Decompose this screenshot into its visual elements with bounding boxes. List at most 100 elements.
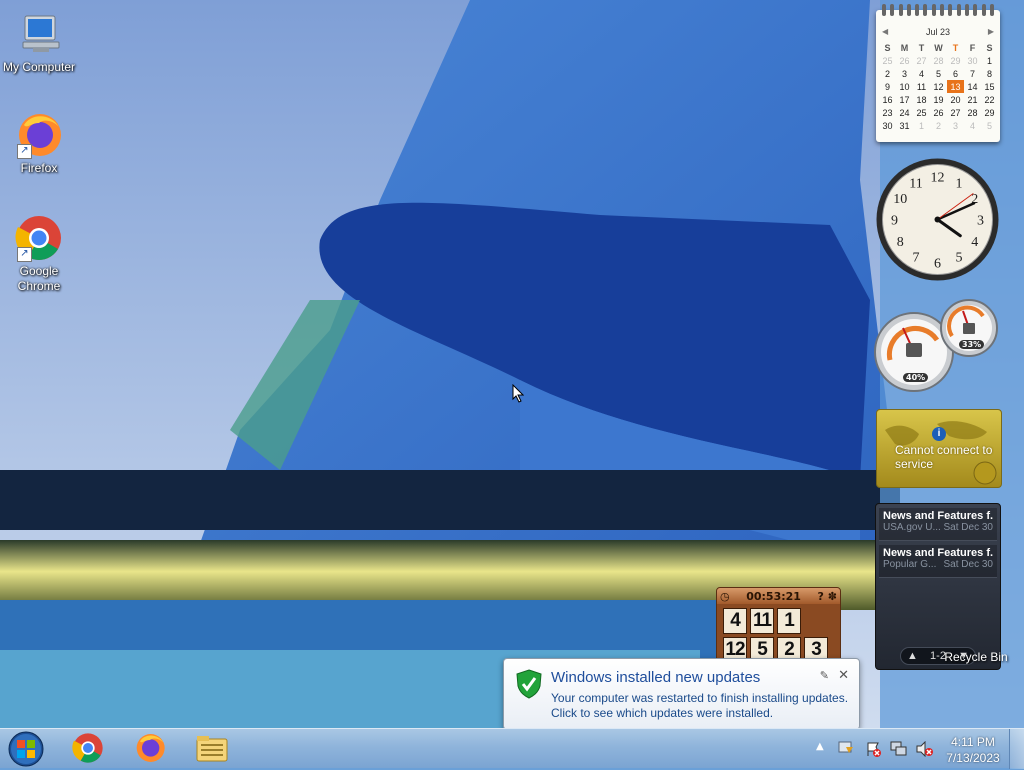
windows-update-icon[interactable] (838, 739, 854, 758)
calendar-day[interactable]: 25 (913, 106, 930, 119)
network-icon[interactable] (890, 741, 908, 760)
puzzle-tile[interactable]: 1 (777, 608, 801, 634)
calendar-weekday: S (884, 42, 891, 53)
picture-puzzle-gadget[interactable]: ◷ 00:53:21 ? ✽ 4 11 1 12 5 2 3 (716, 587, 841, 667)
calendar-day[interactable]: 23 (879, 106, 896, 119)
calendar-day[interactable]: 1 (981, 54, 998, 67)
calendar-day[interactable]: 28 (930, 54, 947, 67)
weather-gadget[interactable]: i Cannot connect to service (876, 409, 1002, 488)
calendar-day[interactable]: 5 (981, 119, 998, 132)
update-notification-balloon[interactable]: Windows installed new updates Your compu… (503, 658, 860, 741)
clock-numeral: 8 (897, 235, 904, 250)
notification-line-1: Your computer was restarted to finish in… (551, 691, 849, 705)
prev-month-icon[interactable]: ◀ (882, 27, 888, 36)
calendar-day[interactable]: 28 (964, 106, 981, 119)
show-hidden-icons-icon[interactable]: ▲ (816, 741, 824, 752)
calendar-day[interactable]: 4 (913, 67, 930, 80)
taskbar-clock[interactable]: 4:11 PM 7/13/2023 (938, 734, 1008, 766)
calendar-day[interactable]: 19 (930, 93, 947, 106)
action-center-icon[interactable] (866, 741, 882, 760)
calendar-day[interactable]: 31 (896, 119, 913, 132)
calendar-day[interactable]: 25 (879, 54, 896, 67)
desktop-icon-recycle-bin[interactable]: Recycle Bin (936, 650, 1016, 664)
calendar-day[interactable]: 27 (913, 54, 930, 67)
shortcut-arrow-icon: ↗ (17, 144, 32, 159)
notification-title: Windows installed new updates (551, 669, 761, 686)
calendar-weekday: W (934, 42, 943, 53)
desktop-icon-my-computer[interactable]: My Computer (0, 10, 78, 75)
calendar-day[interactable]: 20 (947, 93, 964, 106)
calendar-day[interactable]: 16 (879, 93, 896, 106)
puzzle-tile[interactable]: 11 (750, 608, 774, 634)
calendar-day[interactable]: 18 (913, 93, 930, 106)
calendar-day[interactable]: 2 (930, 119, 947, 132)
calendar-day[interactable]: 9 (879, 80, 896, 93)
clock-center (934, 216, 941, 223)
taskbar-chrome-button[interactable] (62, 731, 114, 767)
clock-gadget[interactable]: 12 1 2 3 4 5 6 7 8 9 10 11 (875, 157, 1000, 282)
calendar-day[interactable]: 2 (879, 67, 896, 80)
feed-headlines-gadget[interactable]: News and Features f... USA.gov U... Sat D… (875, 503, 1001, 670)
calendar-day[interactable]: 30 (879, 119, 896, 132)
show-desktop-button[interactable] (1009, 729, 1024, 769)
cpu-meter-gadget[interactable]: 40% 33% (873, 298, 1001, 394)
shield-check-icon (516, 669, 542, 702)
firefox-icon: ↗ (15, 111, 63, 159)
calendar-weekday: T (918, 42, 925, 53)
close-icon[interactable]: ✕ (838, 667, 849, 683)
pager-up-icon[interactable]: ▲ (907, 650, 918, 662)
calendar-day[interactable]: 24 (896, 106, 913, 119)
calendar-day[interactable]: 26 (896, 54, 913, 67)
calendar-day[interactable]: 3 (896, 67, 913, 80)
calendar-day[interactable]: 1 (913, 119, 930, 132)
calendar-day[interactable]: 17 (896, 93, 913, 106)
calendar-day[interactable]: 14 (964, 80, 981, 93)
notification-options-icon[interactable]: ✎ (820, 669, 829, 682)
puzzle-empty-slot[interactable] (804, 608, 828, 634)
calendar-day[interactable]: 7 (964, 67, 981, 80)
chrome-icon (72, 732, 104, 767)
calendar-day[interactable]: 6 (947, 67, 964, 80)
calendar-day[interactable]: 3 (947, 119, 964, 132)
calendar-day[interactable]: 26 (930, 106, 947, 119)
desktop-icon-google-chrome[interactable]: ↗ Google Chrome (0, 214, 78, 294)
calendar-day[interactable]: 11 (913, 80, 930, 93)
volume-muted-icon[interactable] (916, 740, 934, 760)
desktop-icon-label: Firefox (20, 161, 58, 175)
puzzle-help-icon[interactable]: ? (818, 590, 824, 603)
calendar-day[interactable]: 10 (896, 80, 913, 93)
explorer-icon (195, 733, 229, 766)
calendar-day[interactable]: 4 (964, 119, 981, 132)
taskbar-firefox-button[interactable] (124, 731, 176, 767)
calendar-day[interactable]: 22 (981, 93, 998, 106)
clock-numeral: 1 (956, 176, 963, 191)
feed-item[interactable]: News and Features f... USA.gov U... Sat D… (879, 508, 997, 541)
next-month-icon[interactable]: ▶ (988, 27, 994, 36)
calendar-weekday: S (986, 42, 993, 53)
calendar-day-today[interactable]: 13 (947, 80, 964, 93)
calendar-day[interactable]: 27 (947, 106, 964, 119)
cpu-percent: 40% (903, 373, 929, 382)
calendar-day[interactable]: 29 (981, 106, 998, 119)
puzzle-timer: 00:53:21 (746, 589, 801, 603)
calendar-rings (882, 4, 994, 16)
calendar-day[interactable]: 21 (964, 93, 981, 106)
feed-item[interactable]: News and Features f... Popular G... Sat D… (879, 545, 997, 578)
calendar-gadget[interactable]: ◀ Jul 23 ▶ SMTWTFS 25 26 27 28 29 30 1 2 3 4 5 6 7 8 9… (876, 4, 1000, 142)
calendar-day[interactable]: 5 (930, 67, 947, 80)
calendar-day[interactable]: 29 (947, 54, 964, 67)
start-button[interactable] (6, 731, 46, 767)
calendar-day[interactable]: 30 (964, 54, 981, 67)
puzzle-tile[interactable]: 4 (723, 608, 747, 634)
clock-numeral: 5 (956, 251, 963, 266)
desktop-icon-firefox[interactable]: ↗ Firefox (0, 111, 78, 176)
taskbar-time: 4:11 PM (951, 735, 995, 749)
recycle-bin-label: Recycle Bin (944, 650, 1008, 664)
calendar-day[interactable]: 15 (981, 80, 998, 93)
puzzle-shuffle-icon[interactable]: ✽ (828, 590, 837, 603)
taskbar-explorer-button[interactable] (186, 731, 238, 767)
calendar-day[interactable]: 8 (981, 67, 998, 80)
calendar-day[interactable]: 12 (930, 80, 947, 93)
calendar-header: ◀ Jul 23 ▶ (876, 27, 1000, 37)
memory-percent: 33% (959, 340, 985, 349)
